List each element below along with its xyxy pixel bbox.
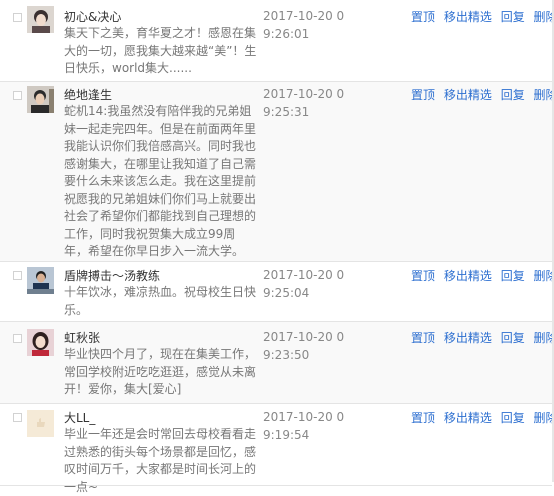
unfeature-button[interactable]: 移出精选 (444, 88, 492, 102)
comment-actions: 置顶 移出精选 回复 删除 (411, 87, 554, 103)
comment-text: 集天下之美，育华夏之才！感恩在集大的一切，愿我集大越来越“美”！生日快乐，wor… (64, 26, 257, 75)
comment-item: 初心&决心 集天下之美，育华夏之才！感恩在集大的一切，愿我集大越来越“美”！生日… (0, 0, 554, 82)
select-checkbox[interactable] (13, 334, 22, 343)
reply-button[interactable]: 回复 (501, 88, 525, 102)
delete-button[interactable]: 删除 (534, 331, 554, 345)
pin-button[interactable]: 置顶 (411, 411, 435, 425)
select-checkbox[interactable] (13, 413, 22, 422)
select-checkbox[interactable] (13, 271, 22, 280)
comment-text: 十年饮冰，难凉热血。祝母校生日快乐。 (64, 285, 257, 317)
commenter-name[interactable]: 初心&决心 (64, 9, 121, 25)
comment-actions: 置顶 移出精选 回复 删除 (411, 9, 554, 25)
comment-list: 初心&决心 集天下之美，育华夏之才！感恩在集大的一切，愿我集大越来越“美”！生日… (0, 0, 554, 494)
pin-button[interactable]: 置顶 (411, 88, 435, 102)
pin-button[interactable]: 置顶 (411, 10, 435, 24)
unfeature-button[interactable]: 移出精选 (444, 10, 492, 24)
comment-item: 大LL_ 毕业一年还是会时常回去母校看看走过熟悉的街头每个场景都是回忆，感叹时间… (0, 404, 554, 494)
reply-button[interactable]: 回复 (501, 331, 525, 345)
comment-item: 盾牌搏击～汤教练 十年饮冰，难凉热血。祝母校生日快乐。 2017-10-20 0… (0, 262, 554, 322)
comment-time: 2017-10-20 09:25:04 (263, 268, 345, 300)
reply-button[interactable]: 回复 (501, 10, 525, 24)
commenter-name[interactable]: 绝地逢生 (64, 87, 112, 103)
avatar (27, 267, 54, 294)
comment-item: 绝地逢生 蛇机14:我虽然没有陪伴我的兄弟姐妹一起走完四年。但是在前面两年里我能… (0, 82, 554, 262)
comment-item: 虹秋张 毕业快四个月了，现在在集美工作，常回学校附近吃吃逛逛，感觉从未离开！爱你… (0, 322, 554, 404)
pin-button[interactable]: 置顶 (411, 269, 435, 283)
pin-button[interactable]: 置顶 (411, 331, 435, 345)
comment-text: 毕业快四个月了，现在在集美工作，常回学校附近吃吃逛逛，感觉从未离开！爱你，集大[… (64, 347, 257, 396)
comment-time: 2017-10-20 09:23:50 (263, 330, 345, 362)
comment-actions: 置顶 移出精选 回复 删除 (411, 268, 554, 284)
unfeature-button[interactable]: 移出精选 (444, 269, 492, 283)
comment-time: 2017-10-20 09:19:54 (263, 410, 345, 442)
delete-button[interactable]: 删除 (534, 10, 554, 24)
avatar (27, 329, 54, 356)
reply-button[interactable]: 回复 (501, 411, 525, 425)
delete-button[interactable]: 删除 (534, 269, 554, 283)
comment-time: 2017-10-20 09:25:31 (263, 87, 345, 119)
reply-button[interactable]: 回复 (501, 269, 525, 283)
delete-button[interactable]: 删除 (534, 88, 554, 102)
commenter-name[interactable]: 虹秋张 (64, 330, 100, 346)
unfeature-button[interactable]: 移出精选 (444, 411, 492, 425)
commenter-name[interactable]: 盾牌搏击～汤教练 (64, 268, 160, 284)
comment-text: 毕业一年还是会时常回去母校看看走过熟悉的街头每个场景都是回忆，感叹时间万千，大家… (64, 427, 257, 494)
comment-actions: 置顶 移出精选 回复 删除 (411, 330, 554, 346)
avatar (27, 410, 54, 437)
commenter-name[interactable]: 大LL_ (64, 410, 95, 426)
unfeature-button[interactable]: 移出精选 (444, 331, 492, 345)
comment-time: 2017-10-20 09:26:01 (263, 9, 345, 41)
comment-actions: 置顶 移出精选 回复 删除 (411, 410, 554, 426)
delete-button[interactable]: 删除 (534, 411, 554, 425)
comment-text: 蛇机14:我虽然没有陪伴我的兄弟姐妹一起走完四年。但是在前面两年里我能认识你们我… (64, 104, 257, 258)
avatar (27, 6, 54, 33)
avatar (27, 86, 54, 113)
select-checkbox[interactable] (13, 91, 22, 100)
select-checkbox[interactable] (13, 13, 22, 22)
